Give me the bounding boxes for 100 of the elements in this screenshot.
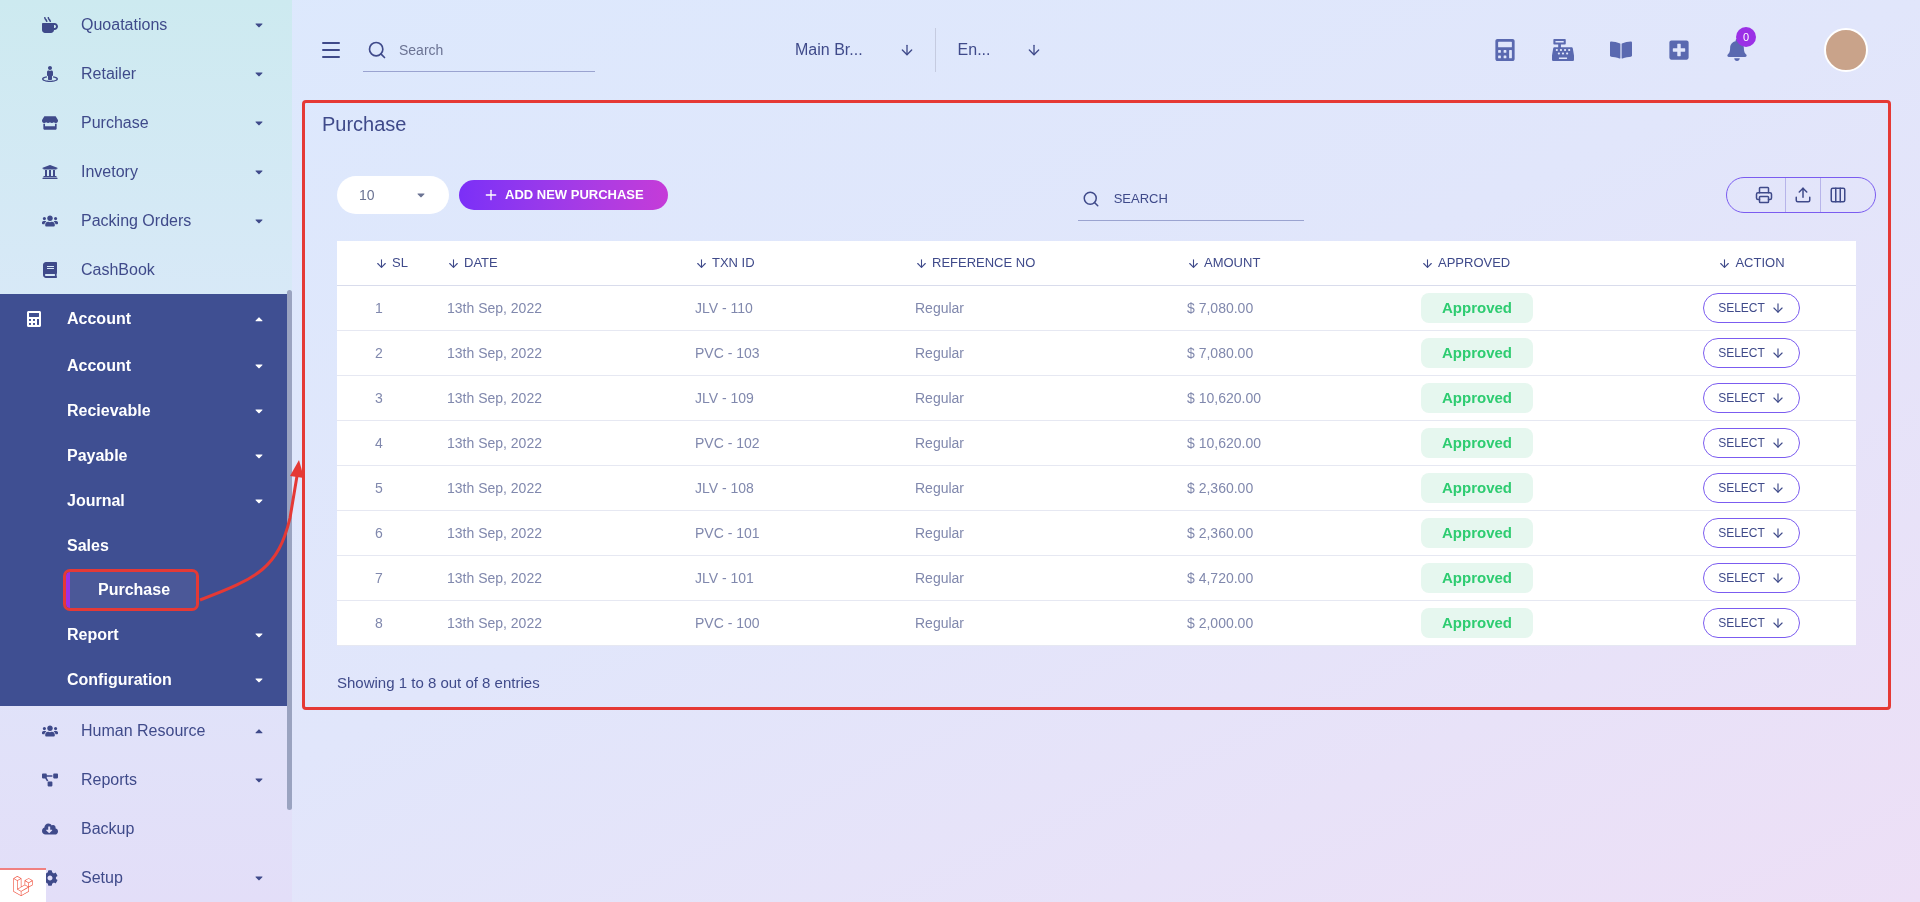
sidebar-item[interactable]: Reports: [81, 767, 138, 792]
table-cell-text: Regular: [915, 613, 965, 633]
search-icon: [367, 40, 387, 60]
status-badge: Approved: [1421, 563, 1533, 593]
table-cell-text: PVC - 101: [695, 523, 760, 543]
table-cell-text: 13th Sep, 2022: [447, 388, 542, 408]
entries-info: Showing 1 to 8 out of 8 entries: [337, 673, 541, 693]
table-cell-text: Regular: [915, 568, 965, 588]
sidebar-item[interactable]: Human Resource: [81, 718, 206, 743]
laravel-icon: [13, 876, 33, 896]
add-new-purchase-button[interactable]: ADD NEW PURCHASE: [459, 180, 668, 210]
book-icon: [42, 261, 58, 278]
table-cell-text: 5: [375, 478, 383, 498]
table-cell-text: 8: [375, 613, 383, 633]
upload-icon[interactable]: [1794, 186, 1812, 204]
submenu-item[interactable]: Journal: [67, 488, 253, 513]
submenu-item[interactable]: Configuration: [67, 667, 253, 692]
printer-icon[interactable]: [1755, 186, 1773, 204]
table-cell-text: $ 4,720.00: [1187, 568, 1254, 588]
sort-arrow-icon: [1718, 256, 1732, 270]
search-field[interactable]: SEARCH: [1077, 177, 1304, 221]
sort-arrow-icon: [915, 256, 928, 270]
table-cell-text: Regular: [915, 433, 965, 453]
cup-icon: [42, 16, 58, 33]
submenu-item[interactable]: Account: [67, 353, 253, 378]
table-cell-text: $ 10,620.00: [1187, 388, 1261, 408]
table-cell-text: $ 10,620.00: [1187, 433, 1261, 453]
sort-arrow-icon: [447, 256, 460, 270]
branch-dropdown[interactable]: Main Br...: [795, 28, 936, 72]
status-badge: Approved: [1421, 518, 1533, 548]
status-badge: Approved: [1421, 383, 1533, 413]
table-cell-text: $ 7,080.00: [1187, 343, 1254, 363]
search-field[interactable]: Search: [363, 28, 595, 72]
calculator-icon[interactable]: [1494, 39, 1516, 61]
sidebar-item[interactable]: Retailer: [81, 61, 137, 86]
table-cell-text: $ 2,000.00: [1187, 613, 1254, 633]
status-badge: Approved: [1421, 608, 1533, 638]
sort-arrow-icon: [1187, 256, 1200, 270]
columns-icon[interactable]: [1829, 186, 1847, 204]
sidebar-item[interactable]: Purchase: [81, 110, 149, 135]
table-cell-text: 13th Sep, 2022: [447, 568, 542, 588]
person-pin-icon: [42, 65, 58, 82]
column-header[interactable]: AMOUNT: [1187, 253, 1261, 273]
table-cell-text: Regular: [915, 343, 965, 363]
sidebar-item[interactable]: Invetory: [81, 159, 138, 184]
sidebar-item[interactable]: Account: [67, 306, 131, 331]
submenu-item[interactable]: Purchase: [66, 572, 196, 608]
sidebar-item[interactable]: Backup: [81, 816, 135, 841]
page-size-select[interactable]: 10: [337, 176, 449, 214]
language-dropdown[interactable]: En...: [957, 38, 1043, 62]
status-badge: Approved: [1421, 338, 1533, 368]
table-cell-text: JLV - 109: [695, 388, 754, 408]
submenu-item[interactable]: Report: [67, 622, 253, 647]
submenu-item[interactable]: Recievable: [67, 398, 253, 423]
column-header[interactable]: DATE: [447, 253, 498, 273]
table-cell-text: Regular: [915, 298, 965, 318]
column-header[interactable]: SL: [375, 253, 408, 273]
search-icon: [1081, 190, 1100, 208]
table-cell-text: $ 2,360.00: [1187, 478, 1254, 498]
table-cell-text: Regular: [915, 388, 965, 408]
diagram-icon: [42, 771, 58, 788]
table-cell-text: 6: [375, 523, 383, 543]
sidebar-item[interactable]: Packing Orders: [81, 208, 192, 233]
avatar[interactable]: [1824, 28, 1868, 72]
sidebar-item[interactable]: Setup: [81, 865, 123, 890]
table-cell-text: 13th Sep, 2022: [447, 433, 542, 453]
table-cell-text: 13th Sep, 2022: [447, 298, 542, 318]
status-badge: Approved: [1421, 473, 1533, 503]
table-cell-text: 7: [375, 568, 383, 588]
submenu-item[interactable]: Sales: [67, 533, 265, 558]
table-cell-text: 4: [375, 433, 383, 453]
sort-arrow-icon: [1421, 256, 1434, 270]
page-title: Purchase: [322, 112, 408, 137]
table-cell-text: PVC - 102: [695, 433, 760, 453]
column-header[interactable]: REFERENCE NO: [915, 253, 1036, 273]
bank-icon: [42, 163, 58, 180]
scrollbar[interactable]: [287, 290, 292, 810]
table-cell-text: 13th Sep, 2022: [447, 523, 542, 543]
table-cell-text: PVC - 103: [695, 343, 760, 363]
cash-register-icon[interactable]: [1552, 39, 1574, 61]
sidebar-item[interactable]: CashBook: [81, 257, 155, 282]
table-cell-text: $ 2,360.00: [1187, 523, 1254, 543]
column-header[interactable]: ACTION: [1718, 253, 1785, 273]
table-cell-text: PVC - 100: [695, 613, 760, 633]
table-cell-text: 2: [375, 343, 383, 363]
table-cell-text: 13th Sep, 2022: [447, 478, 542, 498]
status-badge: Approved: [1421, 428, 1533, 458]
store-icon: [42, 114, 58, 131]
table-cell-text: JLV - 110: [695, 298, 753, 318]
column-header[interactable]: APPROVED: [1421, 253, 1511, 273]
table-cell-text: JLV - 108: [695, 478, 754, 498]
sidebar-item[interactable]: Quoatations: [81, 12, 168, 37]
status-badge: Approved: [1421, 293, 1533, 323]
submenu-item[interactable]: Payable: [67, 443, 253, 468]
plus-icon: [483, 187, 499, 203]
table-cell-text: Regular: [915, 523, 965, 543]
open-book-icon[interactable]: [1610, 39, 1632, 61]
column-header[interactable]: TXN ID: [695, 253, 755, 273]
table-cell-text: JLV - 101: [695, 568, 754, 588]
bell-icon[interactable]: [1726, 39, 1748, 61]
